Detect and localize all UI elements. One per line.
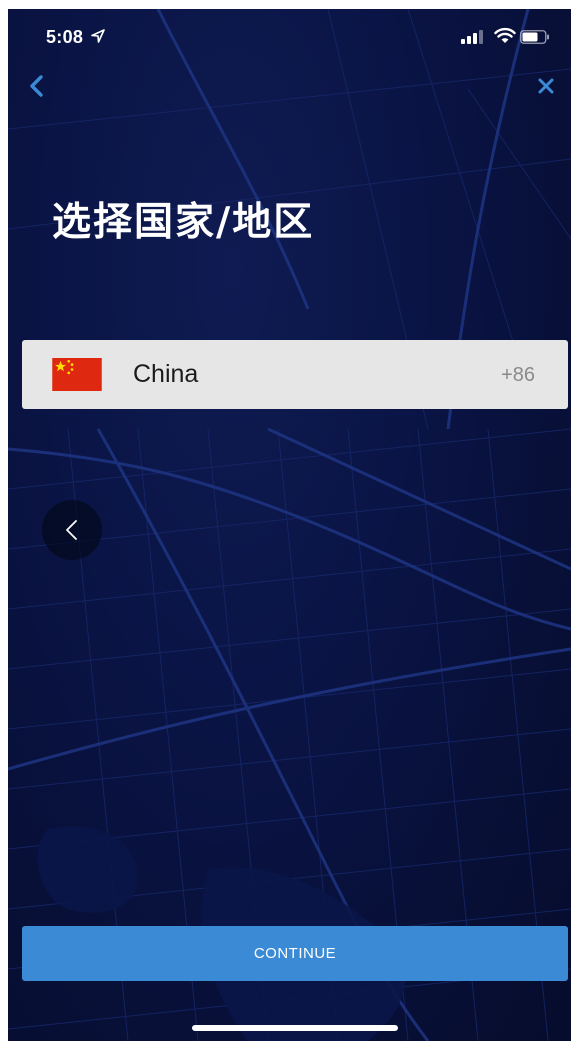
country-name: China (133, 360, 199, 388)
china-flag-icon (52, 358, 102, 391)
location-arrow-icon (91, 29, 105, 43)
chevron-left-icon (66, 520, 77, 540)
home-indicator (192, 1025, 398, 1031)
app-screen: 5:08 选择国家/地区 China +86 CONTINUE (8, 9, 571, 1041)
status-bar: 5:08 (8, 9, 571, 61)
floating-back-button[interactable] (42, 500, 102, 560)
signal-icon (461, 30, 483, 44)
country-selector[interactable]: China +86 (22, 340, 568, 409)
status-time: 5:08 (46, 27, 84, 47)
dial-code: +86 (501, 364, 535, 386)
battery-icon (520, 30, 549, 44)
back-chevron-icon[interactable] (22, 71, 52, 101)
continue-button[interactable]: CONTINUE (22, 926, 568, 981)
wifi-icon (494, 27, 516, 43)
close-icon[interactable] (534, 74, 558, 98)
page-title: 选择国家/地区 (52, 200, 315, 245)
